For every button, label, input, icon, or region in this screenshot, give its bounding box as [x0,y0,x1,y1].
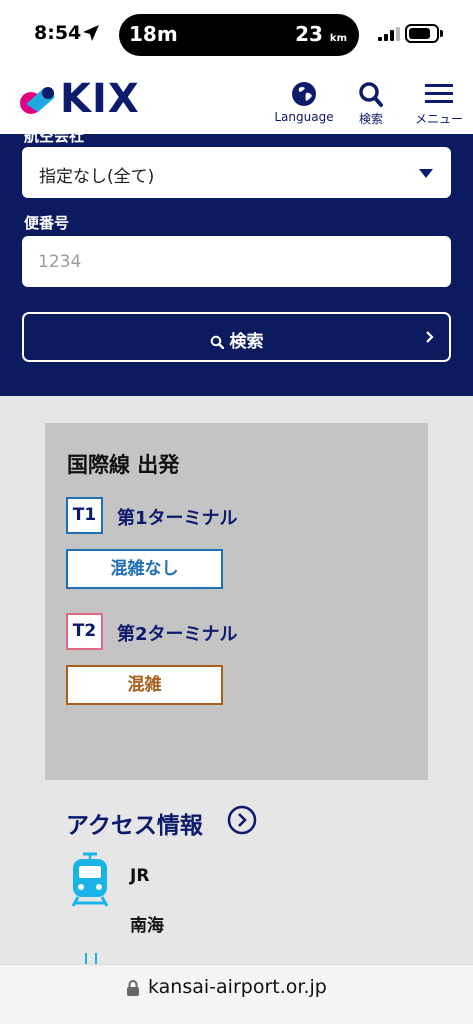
language-button[interactable]: Language [268,80,340,124]
hamburger-menu-icon [425,84,453,103]
flight-search-panel: 航空会社 指定なし(全て) 便番号 検索 [0,127,473,396]
flight-number-input[interactable] [22,236,451,287]
island-duration: 18m [129,22,178,46]
airline-select-value: 指定なし(全て) [39,167,155,187]
terminal-1-status-badge: 混雑なし [66,549,223,589]
congestion-card: 国際線 出発 T1 第1ターミナル 混雑なし T2 第2ターミナル 混雑 [45,423,428,780]
flight-number-label: 便番号 [24,214,70,232]
dropdown-caret-icon [419,169,433,178]
train-icon [71,852,109,907]
chevron-right-icon [426,331,434,343]
access-item-jr[interactable]: JR [130,866,149,886]
logo-text[interactable]: KIX [60,76,140,122]
language-label: Language [274,110,334,124]
search-label: 検索 [358,112,383,126]
location-arrow-icon [83,25,99,41]
cellular-signal-icon [378,27,400,41]
terminal-1-name[interactable]: 第1ターミナル [117,504,238,530]
lock-icon [127,980,139,996]
terminal-2-badge: T2 [66,613,103,650]
search-icon [210,335,224,350]
island-distance: 23 km [295,22,347,46]
kix-logo-icon[interactable] [18,84,58,116]
terminal-2-status-badge: 混雑 [66,665,223,705]
battery-icon [405,24,439,43]
globe-icon [292,82,316,106]
flight-search-button-content: 検索 [24,327,449,352]
bus-icon [85,953,97,964]
island-distance-value: 23 [295,22,323,46]
dynamic-island[interactable]: 18m 23 km [119,14,359,56]
flight-search-button-label: 検索 [229,332,264,352]
airline-select[interactable]: 指定なし(全て) [22,147,451,198]
airline-label: 航空会社 [24,127,85,145]
terminal-2-name[interactable]: 第2ターミナル [117,620,238,646]
status-bar: 8:54 18m 23 km [0,0,473,68]
main-content: 国際線 出発 T1 第1ターミナル 混雑なし T2 第2ターミナル 混雑 アクセ… [0,396,473,964]
browser-url-bar[interactable]: kansai-airport.or.jp [0,964,473,1024]
header-search-button[interactable]: 検索 [350,80,392,127]
island-distance-unit: km [329,33,347,44]
battery-level [409,28,430,39]
flight-search-button[interactable]: 検索 [22,312,451,362]
access-title[interactable]: アクセス情報 [66,806,203,840]
menu-button[interactable]: メニュー [410,80,468,127]
battery-tip [440,30,443,37]
circle-chevron-right-icon[interactable] [227,805,257,835]
url-domain: kansai-airport.or.jp [148,976,327,998]
menu-label: メニュー [414,112,463,126]
access-item-nankai[interactable]: 南海 [130,911,164,936]
status-time: 8:54 [34,22,82,44]
search-icon [359,82,383,107]
congestion-title: 国際線 出発 [67,453,180,477]
terminal-1-badge: T1 [66,497,103,534]
